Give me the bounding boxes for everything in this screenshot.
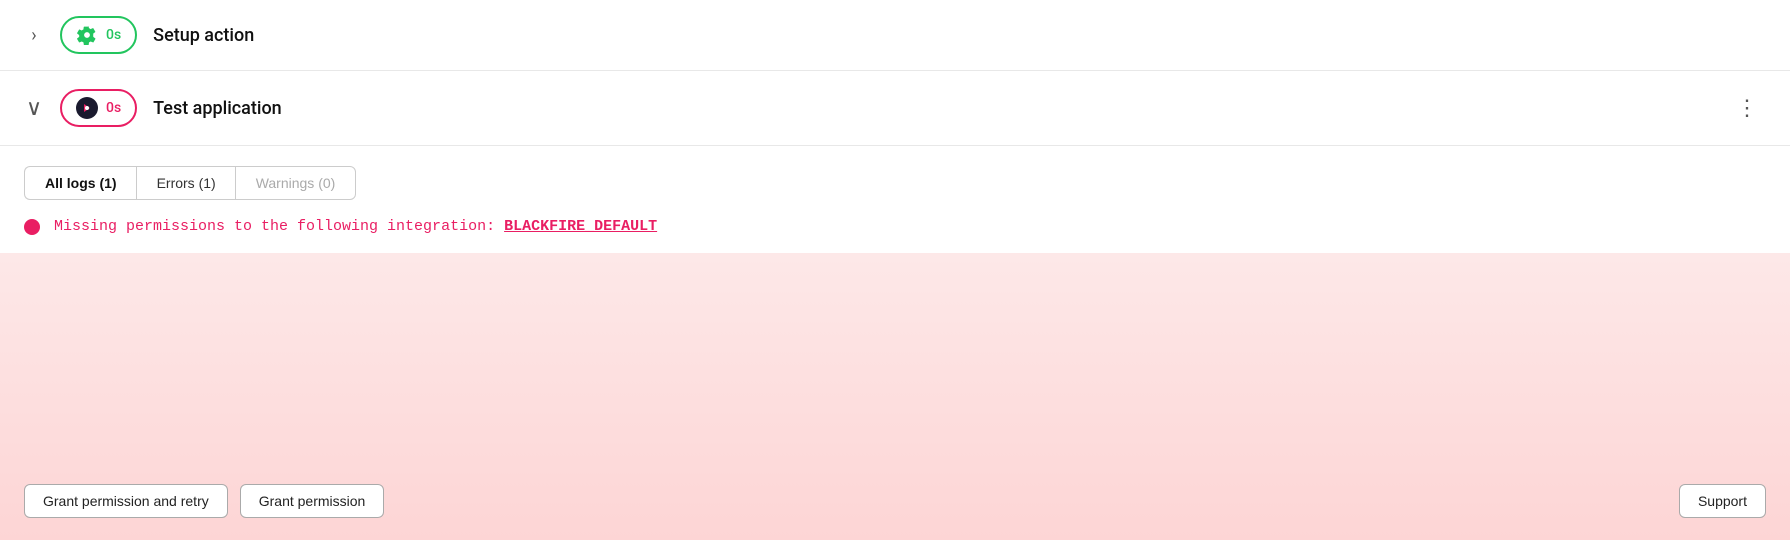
tab-all-logs[interactable]: All logs (1) xyxy=(24,166,137,200)
setup-action-section: › 0s Setup action xyxy=(0,0,1790,71)
tab-warnings[interactable]: Warnings (0) xyxy=(235,166,357,200)
more-options-icon[interactable]: ⋮ xyxy=(1728,92,1766,125)
test-application-chevron[interactable]: ∨ xyxy=(24,96,44,121)
setup-action-title: Setup action xyxy=(153,25,254,46)
setup-action-duration: 0s xyxy=(106,27,121,43)
setup-action-badge[interactable]: 0s xyxy=(60,16,137,54)
tab-errors[interactable]: Errors (1) xyxy=(136,166,236,200)
error-prefix: Missing permissions to the following int… xyxy=(54,218,504,235)
error-dot-icon xyxy=(24,219,40,235)
log-tabs: All logs (1) Errors (1) Warnings (0) xyxy=(0,146,1790,200)
blackfire-inner-icon xyxy=(79,100,95,116)
grant-permission-button[interactable]: Grant permission xyxy=(240,484,385,518)
error-message-text: Missing permissions to the following int… xyxy=(54,218,657,235)
test-application-title: Test application xyxy=(153,98,282,119)
blackfire-logo-icon xyxy=(76,97,98,119)
test-application-badge-icon xyxy=(76,97,98,119)
setup-action-badge-icon xyxy=(76,24,98,46)
action-bar: Grant permission and retry Grant permiss… xyxy=(0,253,1790,540)
support-button[interactable]: Support xyxy=(1679,484,1766,518)
test-application-section: ∨ 0s Test application ⋮ xyxy=(0,71,1790,146)
error-message-row: Missing permissions to the following int… xyxy=(0,200,1790,253)
test-application-duration: 0s xyxy=(106,100,121,116)
gear-icon xyxy=(77,25,97,45)
error-integration-link[interactable]: BLACKFIRE_DEFAULT xyxy=(504,218,657,235)
setup-action-chevron[interactable]: › xyxy=(24,25,44,46)
test-application-badge[interactable]: 0s xyxy=(60,89,137,127)
grant-permission-retry-button[interactable]: Grant permission and retry xyxy=(24,484,228,518)
